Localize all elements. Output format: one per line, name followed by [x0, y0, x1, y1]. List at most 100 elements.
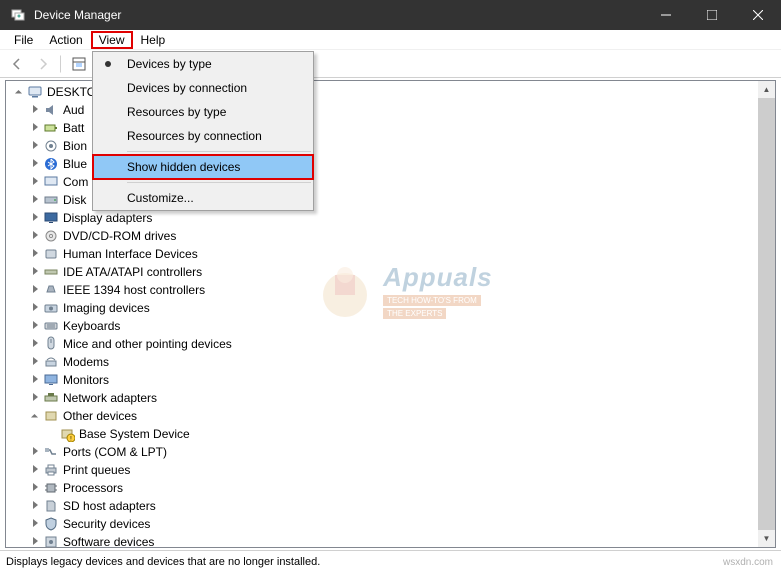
bluetooth-icon — [43, 156, 59, 172]
menu-devices-by-connection[interactable]: Devices by connection — [93, 76, 313, 100]
tree-label: Human Interface Devices — [63, 245, 198, 263]
chevron-right-icon[interactable] — [27, 461, 43, 479]
menu-customize[interactable]: Customize... — [93, 186, 313, 210]
properties-button[interactable] — [67, 53, 91, 75]
tree-node[interactable]: Monitors — [8, 371, 775, 389]
tree-label: Mice and other pointing devices — [63, 335, 232, 353]
tree-label: Base System Device — [79, 425, 190, 443]
tree-node[interactable]: IEEE 1394 host controllers — [8, 281, 775, 299]
tree-node[interactable]: !Base System Device — [8, 425, 775, 443]
scroll-down-button[interactable]: ▼ — [758, 530, 775, 547]
tree-label: Imaging devices — [63, 299, 150, 317]
tree-node[interactable]: Software devices — [8, 533, 775, 547]
tree-label: Blue — [63, 155, 87, 173]
tree-label: Software devices — [63, 533, 154, 547]
menu-help[interactable]: Help — [133, 31, 174, 49]
chevron-right-icon[interactable] — [27, 299, 43, 317]
tree-node[interactable]: IDE ATA/ATAPI controllers — [8, 263, 775, 281]
computer-icon — [43, 174, 59, 190]
tree-node[interactable]: Other devices — [8, 407, 775, 425]
chevron-right-icon[interactable] — [27, 443, 43, 461]
biometric-icon — [43, 138, 59, 154]
chevron-right-icon[interactable] — [27, 191, 43, 209]
status-bar: Displays legacy devices and devices that… — [0, 550, 781, 572]
chevron-right-icon[interactable] — [27, 101, 43, 119]
tree-label: Network adapters — [63, 389, 157, 407]
menu-resources-by-type[interactable]: Resources by type — [93, 100, 313, 124]
vertical-scrollbar[interactable]: ▲ ▼ — [758, 81, 775, 547]
tree-label: IDE ATA/ATAPI controllers — [63, 263, 202, 281]
chevron-right-icon[interactable] — [27, 173, 43, 191]
menu-devices-by-type[interactable]: Devices by type — [93, 52, 313, 76]
chevron-down-icon[interactable] — [27, 407, 43, 425]
chevron-right-icon[interactable] — [27, 263, 43, 281]
tree-label: IEEE 1394 host controllers — [63, 281, 205, 299]
tree-node[interactable]: Keyboards — [8, 317, 775, 335]
tree-node[interactable]: SD host adapters — [8, 497, 775, 515]
tree-node[interactable]: Processors — [8, 479, 775, 497]
menu-item-label: Resources by connection — [127, 129, 262, 143]
minimize-button[interactable] — [643, 0, 689, 30]
tree-label: SD host adapters — [63, 497, 156, 515]
chevron-down-icon[interactable] — [11, 83, 27, 101]
chevron-right-icon[interactable] — [27, 353, 43, 371]
back-button[interactable] — [5, 53, 29, 75]
mouse-icon — [43, 336, 59, 352]
tree-node[interactable]: Print queues — [8, 461, 775, 479]
tree-spacer — [43, 425, 59, 443]
tree-node[interactable]: Mice and other pointing devices — [8, 335, 775, 353]
window-title: Device Manager — [34, 8, 121, 22]
menu-item-label: Customize... — [127, 191, 194, 205]
status-text: Displays legacy devices and devices that… — [6, 556, 320, 568]
tree-node[interactable]: Imaging devices — [8, 299, 775, 317]
tree-label: Other devices — [63, 407, 137, 425]
forward-button[interactable] — [31, 53, 55, 75]
chevron-right-icon[interactable] — [27, 335, 43, 353]
security-icon — [43, 516, 59, 532]
other-icon — [43, 408, 59, 424]
chevron-right-icon[interactable] — [27, 245, 43, 263]
tree-label: Processors — [63, 479, 123, 497]
chevron-right-icon[interactable] — [27, 497, 43, 515]
chevron-right-icon[interactable] — [27, 137, 43, 155]
menu-view[interactable]: View — [91, 31, 133, 49]
chevron-right-icon[interactable] — [27, 515, 43, 533]
tree-label: Bion — [63, 137, 87, 155]
tree-node[interactable]: Ports (COM & LPT) — [8, 443, 775, 461]
tree-node[interactable]: Human Interface Devices — [8, 245, 775, 263]
menu-separator — [127, 182, 311, 183]
menu-resources-by-connection[interactable]: Resources by connection — [93, 124, 313, 148]
chevron-right-icon[interactable] — [27, 371, 43, 389]
chevron-right-icon[interactable] — [27, 209, 43, 227]
chevron-right-icon[interactable] — [27, 533, 43, 547]
ide-icon — [43, 264, 59, 280]
tree-node[interactable]: Modems — [8, 353, 775, 371]
chevron-right-icon[interactable] — [27, 389, 43, 407]
scroll-thumb[interactable] — [758, 98, 775, 530]
chevron-right-icon[interactable] — [27, 155, 43, 173]
maximize-button[interactable] — [689, 0, 735, 30]
menu-action[interactable]: Action — [41, 31, 90, 49]
tree-label: Keyboards — [63, 317, 120, 335]
menu-file[interactable]: File — [6, 31, 41, 49]
title-bar: Device Manager — [0, 0, 781, 30]
tree-node[interactable]: Network adapters — [8, 389, 775, 407]
chevron-right-icon[interactable] — [27, 317, 43, 335]
watermark-text: wsxdn.com — [723, 557, 773, 568]
tree-node[interactable]: Display adapters — [8, 209, 775, 227]
menu-separator — [127, 151, 311, 152]
chevron-right-icon[interactable] — [27, 479, 43, 497]
tree-label: Security devices — [63, 515, 150, 533]
tree-node[interactable]: Security devices — [8, 515, 775, 533]
tree-node[interactable]: DVD/CD-ROM drives — [8, 227, 775, 245]
chevron-right-icon[interactable] — [27, 281, 43, 299]
chevron-right-icon[interactable] — [27, 119, 43, 137]
tree-label: Ports (COM & LPT) — [63, 443, 167, 461]
menu-show-hidden-devices[interactable]: Show hidden devices — [93, 155, 313, 179]
computer-icon — [27, 84, 43, 100]
scroll-up-button[interactable]: ▲ — [758, 81, 775, 98]
tree-label: Modems — [63, 353, 109, 371]
chevron-right-icon[interactable] — [27, 227, 43, 245]
close-button[interactable] — [735, 0, 781, 30]
monitor-icon — [43, 372, 59, 388]
